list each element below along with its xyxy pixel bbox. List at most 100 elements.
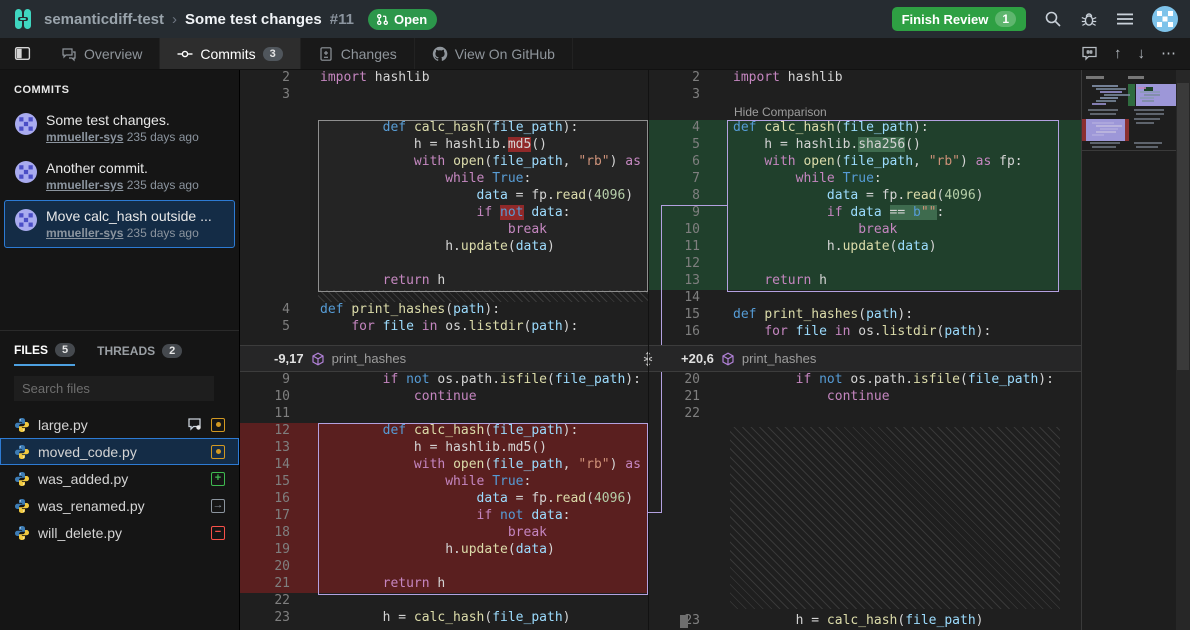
file-item[interactable]: was_added.py+: [0, 465, 239, 492]
diff-pane-old-bottom: 9 if not os.path.isfile(file_path):10 co…: [240, 372, 648, 630]
line-number: [240, 154, 290, 171]
line-number: 9: [648, 205, 700, 222]
line-number: [240, 120, 290, 137]
code-line: 3: [240, 87, 648, 104]
code-line: 19 h.update(data): [240, 542, 648, 559]
sidebar-toggle-button[interactable]: [0, 38, 44, 69]
commit-author-link[interactable]: mmueller-sys: [46, 226, 123, 240]
hide-comparison-link[interactable]: Hide Comparison: [648, 104, 1081, 120]
file-item[interactable]: large.py: [0, 411, 239, 438]
minimap-code-line: [1134, 118, 1160, 120]
diff-pane-old-top: 2import hashlib3 def calc_hash(file_path…: [240, 70, 648, 345]
code-line: 15def print_hashes(path):: [648, 307, 1081, 324]
files-count-badge: 5: [55, 343, 75, 357]
threads-count-badge: 2: [162, 344, 182, 358]
code-line: [240, 256, 648, 273]
tab-files[interactable]: FILES 5: [14, 343, 75, 366]
commit-item[interactable]: Move calc_hash outside ...mmueller-sys 2…: [4, 200, 235, 248]
user-avatar[interactable]: [1152, 6, 1178, 32]
minimap-code-line: [1100, 97, 1118, 99]
file-item[interactable]: moved_code.py: [0, 438, 239, 465]
finish-review-count: 1: [995, 11, 1016, 27]
code-line: 17 if not data:: [240, 508, 648, 525]
minimap[interactable]: [1081, 70, 1176, 630]
changes-icon: [318, 46, 334, 62]
line-number: 18: [240, 525, 290, 542]
status-modified-icon: [211, 445, 225, 459]
line-number: 2: [648, 70, 700, 87]
github-icon: [432, 46, 448, 62]
code-line: 13 h = hashlib.md5(): [240, 440, 648, 457]
line-number: 10: [648, 222, 700, 239]
line-number: 8: [648, 188, 700, 205]
python-file-icon: [14, 498, 30, 514]
minimap-code-line: [1096, 131, 1116, 133]
tab-overview[interactable]: Overview: [44, 38, 160, 69]
line-number: 10: [240, 389, 290, 406]
minimap-code-line: [1090, 113, 1116, 115]
commit-author-link[interactable]: mmueller-sys: [46, 130, 123, 144]
search-files-input[interactable]: [14, 376, 214, 401]
minimap-code-line: [1142, 100, 1154, 102]
scrollbar-thumb[interactable]: [1177, 83, 1189, 370]
code-line: 22: [648, 406, 1081, 423]
hunk-new-symbol: print_hashes: [742, 351, 816, 366]
prev-change-arrow-up-icon[interactable]: ↑: [1114, 46, 1122, 61]
tab-threads[interactable]: THREADS 2: [97, 343, 182, 366]
commits-count-badge: 3: [263, 47, 283, 61]
line-number: [240, 171, 290, 188]
removed-region-hatch: [730, 427, 1060, 609]
commit-item[interactable]: Another commit.mmueller-sys 235 days ago: [4, 152, 235, 200]
line-number: 13: [648, 273, 700, 290]
more-options-ellipsis-icon[interactable]: ⋯: [1161, 46, 1176, 61]
file-item[interactable]: was_renamed.py→: [0, 492, 239, 519]
app-logo-icon: [12, 7, 34, 31]
minimap-code-line: [1144, 94, 1160, 96]
code-line: 23 h = calc_hash(file_path): [648, 613, 1081, 630]
hunk-new-range: +20,6: [681, 351, 714, 366]
file-name: large.py: [38, 417, 179, 433]
repo-link[interactable]: semanticdiff-test: [44, 11, 164, 28]
tab-overview-label: Overview: [84, 46, 142, 62]
commit-title: Some test changes.: [46, 112, 199, 128]
code-line: break: [240, 222, 648, 239]
code-line: 2import hashlib: [648, 70, 1081, 87]
finish-review-button[interactable]: Finish Review 1: [892, 7, 1026, 31]
files-section: FILES 5 THREADS 2 large.pymoved_code.pyw…: [0, 330, 239, 630]
line-number: 5: [240, 319, 290, 336]
commit-item[interactable]: Some test changes.mmueller-sys 235 days …: [4, 104, 235, 152]
line-number: 23: [240, 610, 290, 627]
tab-view-on-github[interactable]: View On GitHub: [415, 38, 573, 69]
scrollbar-track[interactable]: [1176, 70, 1190, 630]
files-tab-label: FILES: [14, 343, 48, 357]
page-title: Some test changes: [185, 11, 322, 28]
status-badge-open: Open: [368, 9, 437, 30]
commits-header: COMMITS: [0, 80, 239, 104]
line-number: 14: [240, 457, 290, 474]
code-line: 12: [648, 256, 1081, 273]
line-number: 6: [648, 154, 700, 171]
minimap-code-line: [1090, 142, 1120, 144]
tab-commits[interactable]: Commits 3: [160, 38, 300, 69]
commit-author-link[interactable]: mmueller-sys: [46, 178, 123, 192]
minimap-code-line: [1100, 128, 1118, 130]
next-change-arrow-down-icon[interactable]: ↓: [1138, 46, 1146, 61]
comment-thread-icon[interactable]: [1081, 45, 1098, 62]
line-number: [240, 188, 290, 205]
line-number: [240, 222, 290, 239]
tab-github-label: View On GitHub: [455, 46, 555, 62]
finish-review-label: Finish Review: [902, 12, 989, 27]
commit-avatar: [15, 113, 37, 135]
menu-icon[interactable]: [1116, 10, 1134, 28]
code-line: while True:: [240, 171, 648, 188]
file-item[interactable]: will_delete.py−: [0, 519, 239, 546]
threads-tab-label: THREADS: [97, 344, 155, 358]
python-file-icon: [14, 417, 30, 433]
sidebar-toggle-icon: [14, 45, 31, 62]
bug-icon[interactable]: [1080, 10, 1098, 28]
code-line: 16 for file in os.listdir(path):: [648, 324, 1081, 341]
collapsed-region-hatch: [318, 290, 648, 302]
tab-changes[interactable]: Changes: [301, 38, 415, 69]
search-icon[interactable]: [1044, 10, 1062, 28]
code-line: 5 h = hashlib.sha256(): [648, 137, 1081, 154]
